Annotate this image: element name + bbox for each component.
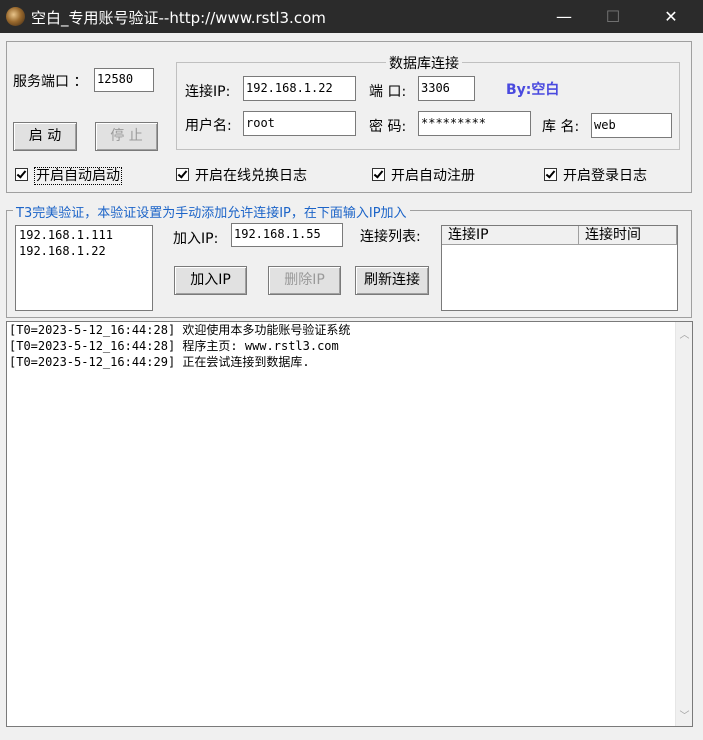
checkbox-check-icon [372,168,385,181]
list-item[interactable]: 192.168.1.111 [16,227,152,243]
checkbox-check-icon [176,168,189,181]
log-line: [T0=2023-5-12_16:44:28] 欢迎使用本多功能账号验证系统 [9,323,351,337]
log-line: [T0=2023-5-12_16:44:28] 程序主页: www.rstl3.… [9,339,339,353]
db-ip-input[interactable]: 192.168.1.22 [243,76,356,101]
column-header-ip[interactable]: 连接IP [442,226,579,245]
server-port-label: 服务端口 ： [13,74,88,90]
db-port-input[interactable]: 3306 [418,76,475,101]
app-icon [6,7,25,26]
t3-group-title: T3完美验证，本验证设置为手动添加允许连接IP，在下面输入IP加入 [13,202,410,221]
settings-panel: 服务端口 ： 12580 启 动 停 止 数据库连接 连接IP: 192.168… [6,41,692,193]
minimize-button[interactable]: — [541,0,587,33]
login-log-checkbox[interactable]: 开启登录日志 [544,165,647,185]
db-user-label: 用户名: [185,118,232,134]
scroll-down-icon[interactable]: ﹀ [676,707,693,722]
db-ip-label: 连接IP: [185,84,231,100]
auto-start-checkbox[interactable]: 开启自动启动 [15,165,122,185]
db-name-label: 库 名: [542,119,580,135]
author-credit: By:空白 [506,82,560,98]
scroll-up-icon[interactable]: ︿ [676,326,693,341]
connection-list-label: 连接列表: [360,229,421,245]
window-title: 空白_专用账号验证--http://www.rstl3.com [31,9,326,27]
db-group-title: 数据库连接 [386,53,462,73]
checkbox-check-icon [544,168,557,181]
add-ip-button[interactable]: 加入IP [174,266,247,295]
start-button[interactable]: 启 动 [13,122,77,151]
db-password-input[interactable]: ********* [418,111,531,136]
close-button[interactable]: ✕ [648,0,694,33]
title-bar: 空白_专用账号验证--http://www.rstl3.com — ☐ ✕ [0,0,703,33]
add-ip-input[interactable]: 192.168.1.55 [231,223,343,247]
refresh-connections-button[interactable]: 刷新连接 [355,266,429,295]
delete-ip-button[interactable]: 删除IP [268,266,341,295]
db-port-label: 端 口: [369,84,407,100]
stop-button[interactable]: 停 止 [95,122,158,151]
connection-list[interactable]: 连接IP 连接时间 [441,225,678,311]
log-output[interactable]: [T0=2023-5-12_16:44:28] 欢迎使用本多功能账号验证系统 [… [6,321,693,727]
auto-register-checkbox[interactable]: 开启自动注册 [372,165,475,185]
list-item[interactable]: 192.168.1.22 [16,243,152,259]
maximize-button[interactable]: ☐ [590,0,636,33]
log-scrollbar[interactable]: ︿ ﹀ [675,322,692,726]
server-port-input[interactable]: 12580 [94,68,154,92]
allowed-ip-list[interactable]: 192.168.1.111 192.168.1.22 [15,225,153,311]
checkbox-check-icon [15,168,28,181]
column-header-time[interactable]: 连接时间 [579,226,677,245]
t3-panel: T3完美验证，本验证设置为手动添加允许连接IP，在下面输入IP加入 192.16… [6,202,692,318]
db-name-input[interactable]: web [591,113,672,138]
add-ip-label: 加入IP: [173,231,219,247]
db-password-label: 密 码: [369,119,407,135]
log-line: [T0=2023-5-12_16:44:29] 正在尝试连接到数据库. [9,355,310,369]
db-connection-group: 数据库连接 连接IP: 192.168.1.22 端 口: 3306 By:空白… [176,53,680,150]
redeem-log-checkbox[interactable]: 开启在线兑换日志 [176,165,307,185]
db-user-input[interactable]: root [243,111,356,136]
